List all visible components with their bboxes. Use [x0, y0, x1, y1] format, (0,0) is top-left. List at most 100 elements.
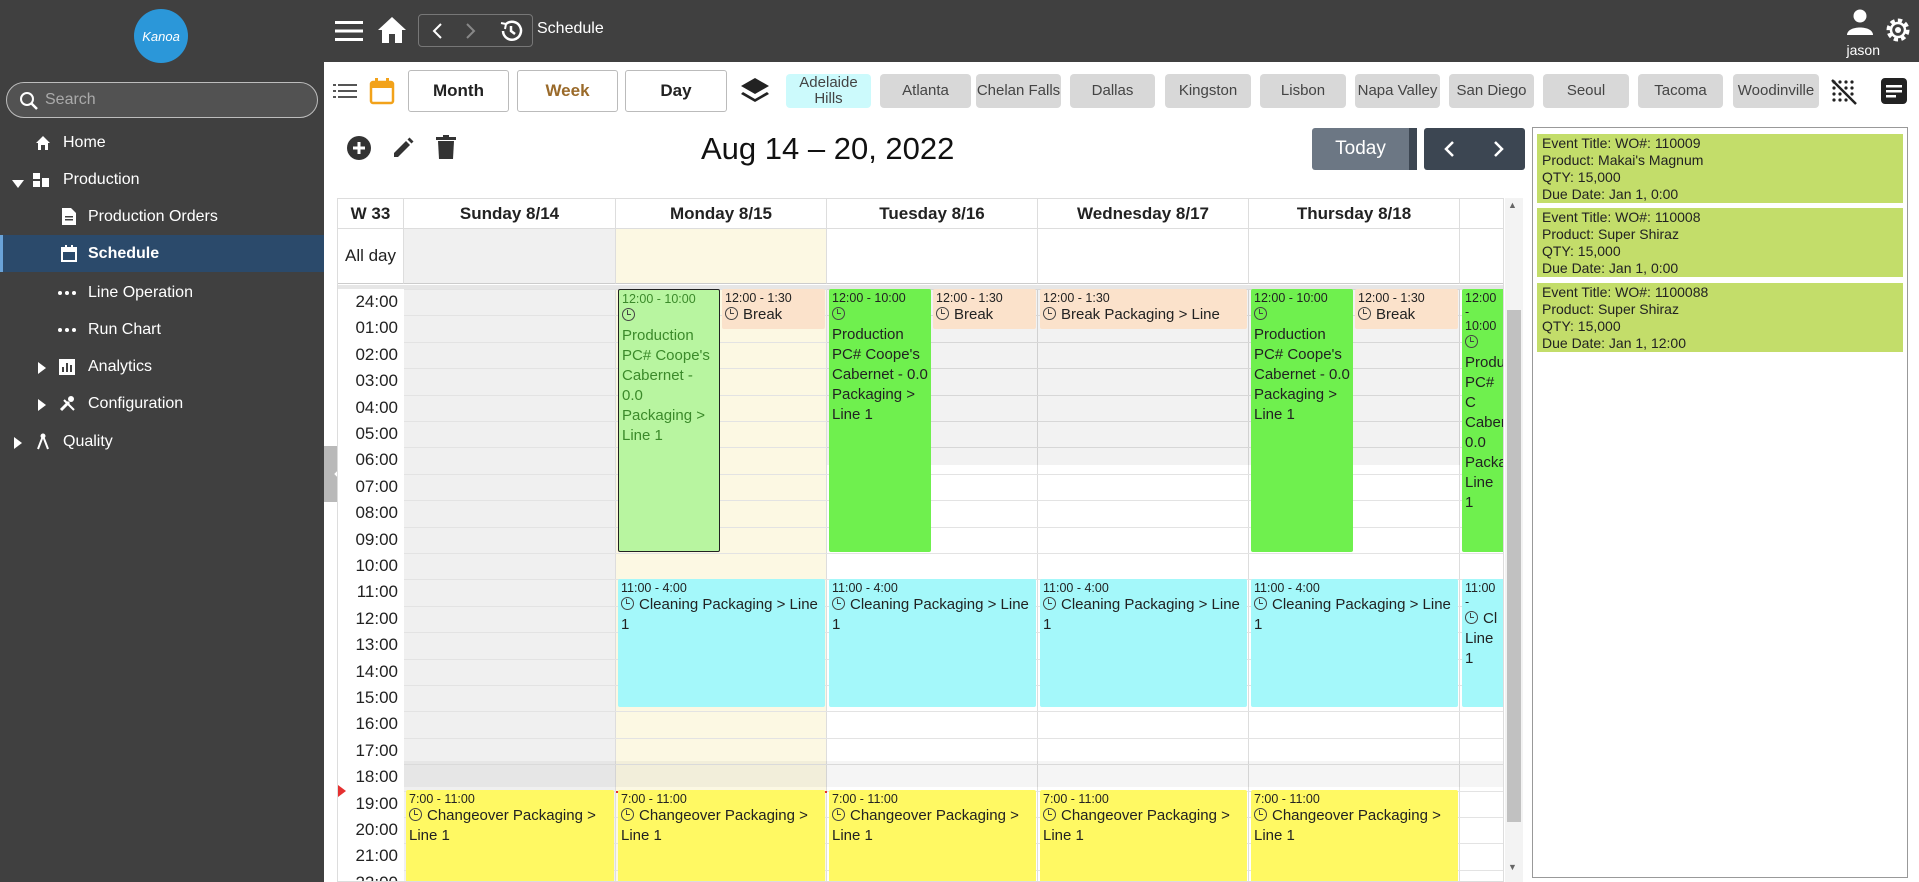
calendar-toolbar: Month Week Day Adelaide Hills Atlanta Ch…: [324, 62, 1919, 120]
location-seoul[interactable]: Seoul: [1543, 74, 1629, 108]
user-icon[interactable]: [1845, 6, 1875, 36]
sidebar-item-quality[interactable]: Quality: [0, 423, 324, 460]
allday-cell-monday[interactable]: [616, 229, 827, 284]
event-time: 12:00 - 10:00: [1254, 291, 1328, 305]
home-icon[interactable]: [376, 14, 408, 46]
sidebar-item-configuration[interactable]: Configuration: [0, 385, 324, 422]
hour-label: 15:00: [355, 688, 398, 707]
allday-cell-thursday[interactable]: [1249, 229, 1460, 284]
forward-icon[interactable]: [461, 20, 481, 42]
history-icon[interactable]: [497, 17, 525, 45]
allday-cell-friday[interactable]: [1460, 229, 1503, 284]
trash-icon[interactable]: [432, 133, 460, 161]
location-woodinville[interactable]: Woodinville: [1733, 74, 1819, 108]
event-time: 12:00 - 1:30: [936, 291, 1003, 305]
event-cleaning[interactable]: 11:00 - Cl Line 1: [1462, 579, 1503, 707]
work-order-card[interactable]: Event Title: WO#: 1100088 Product: Super…: [1537, 283, 1903, 352]
event-title: Changeover Packaging > Line 1: [1043, 807, 1230, 844]
event-cleaning[interactable]: 11:00 - 4:00 Cleaning Packaging > Line 1: [1040, 579, 1247, 707]
app-logo[interactable]: Kanoa: [134, 9, 188, 63]
scroll-up-icon[interactable]: ▲: [1508, 200, 1517, 210]
view-day-button[interactable]: Day: [625, 70, 727, 112]
location-lisbon[interactable]: Lisbon: [1260, 74, 1346, 108]
allday-cell-tuesday[interactable]: [827, 229, 1038, 284]
scroll-down-icon[interactable]: ▼: [1508, 862, 1517, 872]
event-changeover[interactable]: 7:00 - 11:00 Changeover Packaging > Line…: [618, 790, 825, 881]
event-cleaning[interactable]: 11:00 - 4:00 Cleaning Packaging > Line 1: [829, 579, 1036, 707]
view-month-button[interactable]: Month: [408, 70, 509, 112]
location-atlanta[interactable]: Atlanta: [880, 74, 971, 108]
work-order-due: Due Date: Jan 1, 0:00: [1542, 186, 1679, 202]
event-production[interactable]: 12:00 - 10:00 Production PC# Coope's Cab…: [1251, 289, 1353, 552]
event-production[interactable]: 12:00 - 10:00 Production PC# Coope's Cab…: [829, 289, 931, 552]
work-order-qty: QTY: 15,000: [1542, 169, 1621, 185]
event-changeover[interactable]: 7:00 - 11:00 Changeover Packaging > Line…: [829, 790, 1036, 881]
today-button[interactable]: Today: [1312, 128, 1409, 170]
dots-icon: [58, 284, 76, 302]
event-changeover[interactable]: 7:00 - 11:00 Changeover Packaging > Line…: [406, 790, 614, 881]
location-san-diego[interactable]: San Diego: [1449, 74, 1534, 108]
list-view-icon[interactable]: [332, 78, 358, 104]
clock-icon: [1358, 307, 1371, 320]
day-header-friday[interactable]: [1460, 199, 1503, 229]
clock-icon: [1254, 808, 1267, 821]
event-time: 12:00 - 1:30: [725, 291, 792, 305]
allday-cell-wednesday[interactable]: [1038, 229, 1249, 284]
sidebar-item-schedule[interactable]: Schedule: [0, 235, 324, 272]
notes-icon[interactable]: [1879, 76, 1909, 106]
sidebar-item-home[interactable]: Home: [0, 124, 324, 161]
event-time: 12:00 - 10:00: [622, 292, 696, 306]
event-break[interactable]: 12:00 - 1:30 Break: [1355, 289, 1458, 329]
view-week-button[interactable]: Week: [517, 70, 618, 112]
back-icon[interactable]: [427, 20, 447, 42]
scrollbar-thumb[interactable]: [1507, 310, 1521, 822]
hour-label: 10:00: [355, 556, 398, 575]
sidebar-item-production-orders[interactable]: Production Orders: [0, 198, 324, 235]
location-adelaide-hills[interactable]: Adelaide Hills: [786, 74, 871, 108]
event-cleaning[interactable]: 11:00 - 4:00 Cleaning Packaging > Line 1: [618, 579, 825, 707]
clock-icon: [1254, 597, 1267, 610]
sidebar-item-analytics[interactable]: Analytics: [0, 348, 324, 385]
work-order-card[interactable]: Event Title: WO#: 110009 Product: Makai'…: [1537, 134, 1903, 203]
next-week-icon[interactable]: [1488, 138, 1510, 160]
calendar-icon[interactable]: [368, 76, 396, 106]
search-box: [6, 82, 318, 118]
sidebar-item-label: Analytics: [88, 357, 153, 375]
event-cleaning[interactable]: 11:00 - 4:00 Cleaning Packaging > Line 1: [1251, 579, 1458, 707]
event-production[interactable]: 12:00 - 10:00 Produ PC# C Caber 0.0 Pack…: [1462, 289, 1503, 552]
allday-cell-sunday[interactable]: [404, 229, 616, 284]
user-name[interactable]: jason: [1847, 42, 1880, 58]
sidebar-item-line-operation[interactable]: Line Operation: [0, 274, 324, 311]
event-changeover[interactable]: 7:00 - 11:00 Changeover Packaging > Line…: [1040, 790, 1247, 881]
clock-icon: [1465, 335, 1478, 348]
menu-icon[interactable]: [334, 18, 364, 44]
event-break[interactable]: 12:00 - 1:30 Break: [722, 289, 825, 329]
location-kingston[interactable]: Kingston: [1165, 74, 1251, 108]
day-header-sunday[interactable]: Sunday 8/14: [404, 199, 616, 229]
day-header-monday[interactable]: Monday 8/15: [616, 199, 827, 229]
hour-label: 07:00: [355, 476, 398, 496]
sidebar-item-production[interactable]: Production: [0, 161, 324, 198]
day-header-thursday[interactable]: Thursday 8/18: [1249, 199, 1460, 229]
breadcrumb: Schedule: [537, 20, 604, 37]
prev-week-icon[interactable]: [1438, 138, 1460, 160]
location-tacoma[interactable]: Tacoma: [1638, 74, 1723, 108]
event-break[interactable]: 12:00 - 1:30 Break: [933, 289, 1036, 329]
event-break[interactable]: 12:00 - 1:30 Break Packaging > Line: [1040, 289, 1247, 329]
location-chelan-falls[interactable]: Chelan Falls: [976, 74, 1061, 108]
layers-icon[interactable]: [740, 76, 770, 106]
work-order-card[interactable]: Event Title: WO#: 110008 Product: Super …: [1537, 208, 1903, 277]
location-dallas[interactable]: Dallas: [1070, 74, 1155, 108]
work-order-panel: Event Title: WO#: 110009 Product: Makai'…: [1532, 127, 1908, 878]
event-changeover[interactable]: 7:00 - 11:00 Changeover Packaging > Line…: [1251, 790, 1458, 881]
search-input[interactable]: [45, 89, 305, 111]
location-napa-valley[interactable]: Napa Valley: [1355, 74, 1440, 108]
grid-off-icon[interactable]: [1829, 77, 1859, 107]
event-production[interactable]: 12:00 - 10:00 Production PC# Coope's Cab…: [618, 289, 720, 552]
add-event-icon[interactable]: [345, 134, 373, 162]
gear-icon[interactable]: [1883, 15, 1913, 45]
sidebar-item-run-chart[interactable]: Run Chart: [0, 311, 324, 348]
edit-icon[interactable]: [389, 134, 417, 162]
day-header-tuesday[interactable]: Tuesday 8/16: [827, 199, 1038, 229]
day-header-wednesday[interactable]: Wednesday 8/17: [1038, 199, 1249, 229]
